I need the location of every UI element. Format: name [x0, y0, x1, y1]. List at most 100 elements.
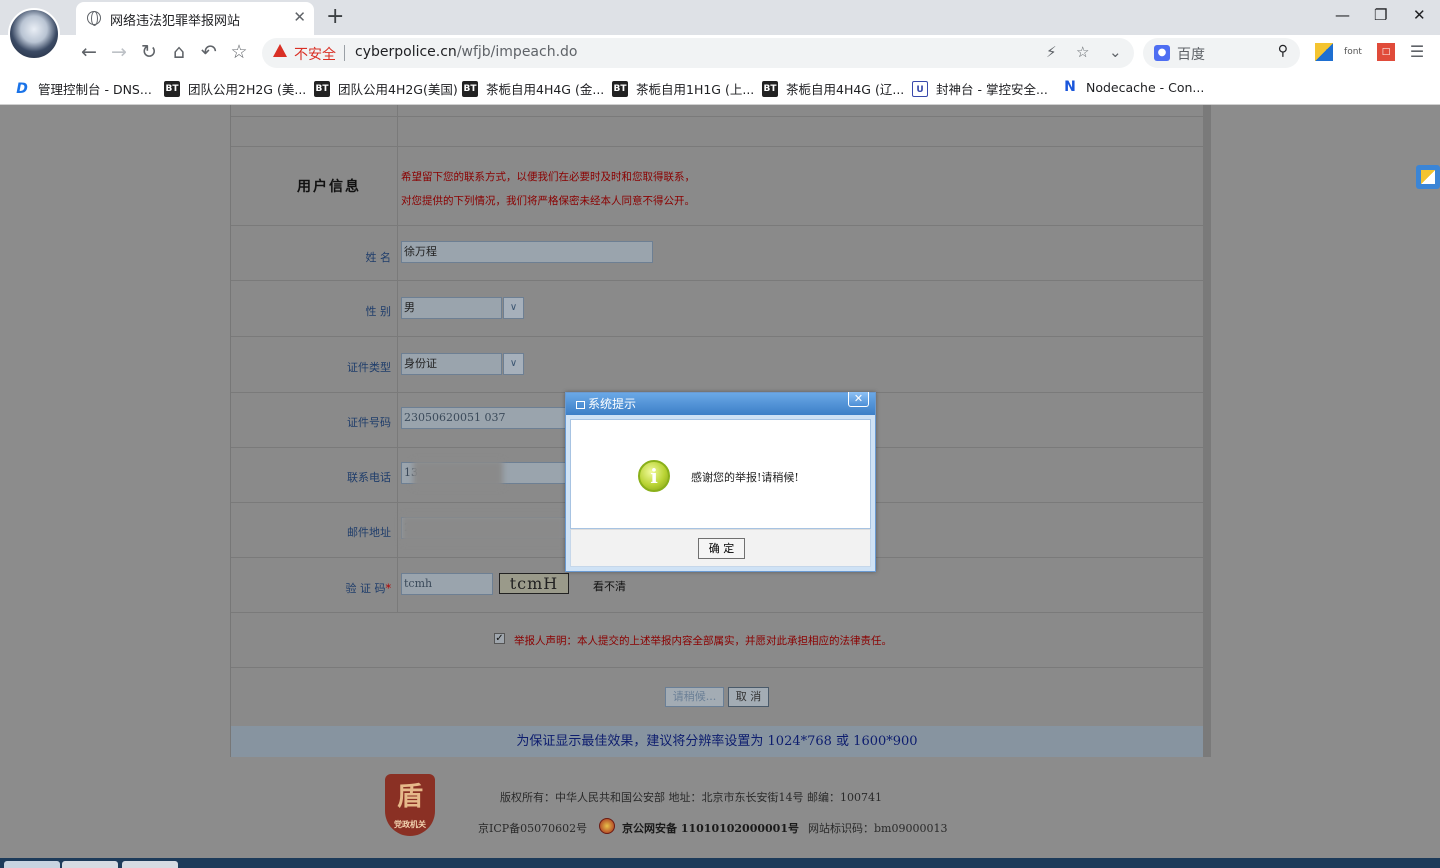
gender-row: 性 别 男 ∨: [231, 281, 1203, 337]
captcha-label-cell: 验 证 码 *: [231, 558, 398, 612]
back-icon[interactable]: ←: [77, 41, 101, 63]
window-icon: [576, 400, 585, 409]
emblem-glyph: 盾: [396, 782, 423, 812]
captcha-refresh-link[interactable]: 看不清: [593, 578, 626, 594]
info-icon: i: [638, 460, 670, 492]
bookmark-item[interactable]: BT 茶栀自用1H1G (上...: [612, 79, 754, 98]
browser-toolbar: ← → ↻ ⌂ ↶ ☆ 不安全 cyberpolice.cn/wfjb/impe…: [0, 35, 1440, 71]
bookmark-label: 茶栀自用4H4G (金...: [486, 82, 605, 97]
dialog-footer: 确 定: [570, 529, 871, 567]
declaration-row: ✓ 举报人声明：本人提交的上述举报内容全部属实，并愿对此承担相应的法律责任。: [231, 613, 1203, 668]
search-icon[interactable]: ⚲: [1278, 43, 1288, 59]
forward-icon[interactable]: →: [107, 41, 131, 63]
captcha-input[interactable]: tcmh: [401, 573, 493, 595]
lightning-icon[interactable]: ⚡: [1046, 43, 1057, 61]
id-type-label: 证件类型: [231, 337, 398, 392]
name-input[interactable]: 徐万程: [401, 241, 653, 263]
id-number-input[interactable]: 23050620051 037: [401, 407, 566, 429]
divider: [344, 45, 345, 61]
star-bookmark-icon[interactable]: ☆: [227, 41, 251, 63]
id-type-select[interactable]: 身份证: [401, 353, 502, 375]
cancel-button[interactable]: 取 消: [728, 687, 769, 707]
taskbar-start-icon[interactable]: [4, 861, 60, 868]
bt-icon: BT: [762, 80, 778, 97]
bookmark-item[interactable]: D 管理控制台 - DNS...: [14, 79, 152, 98]
chevron-down-icon[interactable]: ∨: [503, 297, 524, 319]
phone-label: 联系电话: [231, 448, 398, 502]
dialog-title-bar[interactable]: 系统提示: [566, 393, 875, 415]
dialog-close-icon[interactable]: ✕: [848, 392, 869, 407]
section-title: 用户信息: [231, 147, 398, 225]
police-record-link[interactable]: 京公网安备 11010102000001号: [622, 820, 799, 836]
icp-link[interactable]: 京ICP备05070602号: [478, 820, 587, 836]
menu-icon[interactable]: ☰: [1408, 43, 1426, 61]
home-icon[interactable]: ⌂: [167, 41, 191, 63]
gender-label: 性 别: [231, 281, 398, 336]
dialog-body: i 感谢您的举报!请稍候!: [570, 419, 871, 529]
tab-strip: 网络违法犯罪举报网站 ✕ + — ❐ ✕: [0, 0, 1440, 60]
bt-icon: BT: [462, 80, 478, 97]
chevron-down-icon[interactable]: ∨: [503, 353, 524, 375]
browser-tab[interactable]: 网络违法犯罪举报网站 ✕: [76, 2, 314, 35]
bookmark-item[interactable]: BT 茶栀自用4H4G (金...: [462, 79, 604, 98]
name-label: 姓 名: [231, 226, 398, 280]
address-bar[interactable]: 不安全 cyberpolice.cn/wfjb/impeach.do ⚡ ☆ ⌄: [262, 38, 1134, 68]
bt-icon: BT: [164, 80, 180, 97]
form-row: [231, 105, 1203, 117]
name-row: 姓 名 徐万程: [231, 226, 1203, 281]
emblem-label: 党政机关: [394, 820, 426, 829]
bookmark-item[interactable]: BT 团队公用4H2G(美国): [314, 79, 458, 98]
tab-title: 网络违法犯罪举报网站: [110, 14, 241, 29]
restore-icon[interactable]: ❐: [1374, 6, 1387, 24]
security-label[interactable]: 不安全: [294, 44, 336, 64]
dns-icon: D: [14, 80, 30, 97]
declaration-checkbox[interactable]: ✓: [494, 633, 505, 644]
bookmark-item[interactable]: BT 团队公用2H2G (美...: [164, 79, 306, 98]
notice-line-2: 对您提供的下列情况，我们将严格保密未经本人同意不得公开。: [401, 195, 695, 207]
row-label-cell: [231, 117, 398, 146]
info-glyph: i: [650, 464, 658, 488]
extension-icon[interactable]: [1315, 43, 1333, 61]
required-asterisk: *: [385, 581, 392, 595]
os-taskbar: [0, 858, 1440, 868]
bookmark-label: 茶栀自用1H1G (上...: [636, 82, 755, 97]
chevron-down-icon[interactable]: ⌄: [1109, 43, 1122, 61]
url-text[interactable]: cyberpolice.cn/wfjb/impeach.do: [355, 44, 577, 60]
submit-button[interactable]: 请稍候...: [665, 687, 724, 707]
reload-icon[interactable]: ↻: [137, 41, 161, 63]
window-close-icon[interactable]: ✕: [1413, 6, 1426, 24]
id-number-label: 证件号码: [231, 393, 398, 447]
notice-line-1: 希望留下您的联系方式，以便我们在必要时及时和您取得联系，: [401, 171, 695, 183]
new-tab-button[interactable]: +: [326, 4, 344, 29]
captcha-label: 验 证 码: [345, 582, 386, 595]
page-scrollbar[interactable]: [1203, 105, 1211, 757]
warning-icon: [273, 44, 287, 57]
minimize-icon[interactable]: —: [1335, 6, 1350, 24]
bookmark-item[interactable]: U 封神台 - 掌控安全...: [912, 79, 1048, 98]
ok-button[interactable]: 确 定: [698, 538, 745, 559]
redaction-blur: [401, 515, 566, 543]
party-government-emblem[interactable]: 盾党政机关: [385, 774, 435, 836]
undo-icon[interactable]: ↶: [197, 41, 221, 63]
buttons-row: 请稍候... 取 消: [231, 668, 1203, 726]
font-extension-icon[interactable]: font: [1344, 43, 1362, 61]
nodecache-icon: N: [1062, 79, 1078, 95]
bookmark-item[interactable]: BT 茶栀自用4H4G (辽...: [762, 79, 904, 98]
taskbar-app-icon[interactable]: [122, 861, 178, 868]
side-extension-icon[interactable]: [1416, 165, 1440, 189]
row-label-cell: [231, 105, 398, 116]
captcha-image[interactable]: tcmH: [499, 573, 569, 594]
bookmark-label: 团队公用2H2G (美...: [188, 82, 307, 97]
taskbar-app-icon[interactable]: [62, 861, 118, 868]
pdf-extension-icon[interactable]: □: [1377, 43, 1395, 61]
gender-select[interactable]: 男: [401, 297, 502, 319]
star-icon[interactable]: ☆: [1076, 43, 1089, 61]
shield-icon: U: [912, 80, 928, 97]
copyright-text: 版权所有：中华人民共和国公安部 地址：北京市东长安街14号 邮编：100741: [500, 791, 882, 804]
search-box[interactable]: ● 百度 ⚲: [1143, 38, 1300, 68]
id-type-row: 证件类型 身份证 ∨: [231, 337, 1203, 393]
bt-icon: BT: [612, 80, 628, 97]
bookmark-item[interactable]: N Nodecache - Con...: [1062, 79, 1204, 95]
globe-icon: [87, 11, 101, 26]
tab-close-icon[interactable]: ✕: [293, 8, 306, 26]
